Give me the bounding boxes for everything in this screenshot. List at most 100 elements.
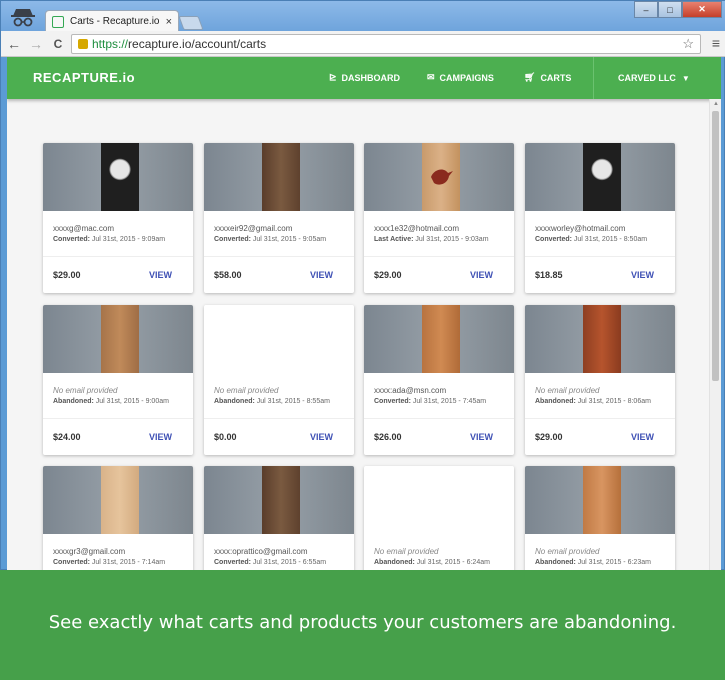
cart-status-label: Converted:	[53, 236, 90, 243]
cart-status-label: Abandoned:	[53, 398, 94, 405]
card-divider	[204, 256, 354, 257]
cart-email: No email provided	[374, 547, 439, 556]
cart-card[interactable]: xxxxgr3@gmail.com Converted: Jul 31st, 2…	[43, 466, 193, 571]
cart-card[interactable]: No email provided Abandoned: Jul 31st, 2…	[525, 305, 675, 455]
product-image	[43, 143, 193, 211]
card-divider	[525, 418, 675, 419]
card-divider	[364, 256, 514, 257]
url-text: https://recapture.io/account/carts	[92, 37, 266, 51]
view-cart-link[interactable]: VIEW	[631, 270, 654, 280]
promo-banner: See exactly what carts and products your…	[0, 570, 725, 680]
cart-card[interactable]: xxxxworley@hotmail.com Converted: Jul 31…	[525, 143, 675, 293]
phone-case-image	[262, 143, 300, 211]
cart-card[interactable]: No email provided Abandoned: Jul 31st, 2…	[364, 466, 514, 571]
cart-status: Converted: Jul 31st, 2015 - 9:09am	[53, 236, 165, 243]
view-cart-link[interactable]: VIEW	[310, 270, 333, 280]
nav-dashboard[interactable]: ⊵ DASHBOARD	[329, 72, 400, 83]
cart-status-label: Abandoned:	[374, 559, 415, 566]
cart-email: xxxxgr3@gmail.com	[53, 547, 126, 556]
nav-campaigns[interactable]: ✉ CAMPAIGNS	[427, 72, 494, 83]
product-image	[525, 466, 675, 534]
cart-status: Abandoned: Jul 31st, 2015 - 8:06am	[535, 398, 651, 405]
cart-card[interactable]: No email provided Abandoned: Jul 31st, 2…	[43, 305, 193, 455]
phone-case-image	[422, 305, 460, 373]
cart-status-date: Jul 31st, 2015 - 6:55am	[252, 559, 327, 566]
bird-icon	[431, 169, 453, 185]
lock-icon	[78, 39, 88, 49]
cart-card[interactable]: xxxxg@mac.com Converted: Jul 31st, 2015 …	[43, 143, 193, 293]
chart-icon: ⊵	[329, 72, 337, 82]
banner-text: See exactly what carts and products your…	[48, 612, 677, 633]
browser-menu-icon[interactable]: ≡	[712, 35, 720, 51]
view-cart-link[interactable]: VIEW	[631, 432, 654, 442]
cart-status-label: Converted:	[374, 398, 411, 405]
product-image	[43, 466, 193, 534]
close-tab-icon[interactable]: ×	[166, 16, 172, 28]
incognito-icon	[11, 9, 35, 27]
cart-status-label: Abandoned:	[535, 398, 576, 405]
view-cart-link[interactable]: VIEW	[149, 270, 172, 280]
caret-down-icon: ▼	[681, 73, 690, 83]
browser-tab-carts[interactable]: Carts - Recapture.io ×	[45, 10, 179, 32]
new-tab-button[interactable]	[178, 16, 204, 30]
product-image	[43, 305, 193, 373]
cart-price: $29.00	[53, 270, 81, 280]
phone-case-image	[101, 305, 139, 373]
cart-status-date: Jul 31st, 2015 - 9:00am	[95, 398, 169, 405]
scroll-up-arrow-icon[interactable]: ▲	[713, 101, 719, 107]
page-scrollbar[interactable]: ▲	[709, 99, 721, 571]
product-image	[204, 466, 354, 534]
view-cart-link[interactable]: VIEW	[470, 432, 493, 442]
reload-button[interactable]: C	[49, 37, 67, 51]
cart-status-date: Jul 31st, 2015 - 8:06am	[577, 398, 651, 405]
cart-email: No email provided	[535, 547, 600, 556]
cart-status: Last Active: Jul 31st, 2015 - 9:03am	[374, 236, 489, 243]
forward-button[interactable]: →	[27, 36, 45, 52]
cart-card[interactable]: xxxx1e32@hotmail.com Last Active: Jul 31…	[364, 143, 514, 293]
page-viewport: RECAPTURE.io ⊵ DASHBOARD ✉ CAMPAIGNS 🛒︎ …	[7, 57, 721, 571]
cart-status: Converted: Jul 31st, 2015 - 8:50am	[535, 236, 647, 243]
brand-logo[interactable]: RECAPTURE.io	[33, 70, 135, 85]
close-window-button[interactable]: ✕	[682, 1, 722, 18]
cart-price: $26.00	[374, 432, 402, 442]
cart-status-date: Jul 31st, 2015 - 6:23am	[577, 559, 651, 566]
nav-carts[interactable]: 🛒︎ CARTS	[524, 72, 571, 83]
cart-card[interactable]: xxxxeir92@gmail.com Converted: Jul 31st,…	[204, 143, 354, 293]
maximize-button[interactable]: □	[658, 1, 682, 18]
phone-case-image	[583, 305, 621, 373]
card-divider	[525, 256, 675, 257]
cart-card[interactable]: No email provided Abandoned: Jul 31st, 2…	[204, 305, 354, 455]
cart-card[interactable]: No email provided Abandoned: Jul 31st, 2…	[525, 466, 675, 571]
cart-status-label: Converted:	[535, 236, 572, 243]
app-header: RECAPTURE.io ⊵ DASHBOARD ✉ CAMPAIGNS 🛒︎ …	[7, 57, 721, 99]
scroll-thumb[interactable]	[712, 111, 719, 381]
view-cart-link[interactable]: VIEW	[310, 432, 333, 442]
cart-email: xxxx1e32@hotmail.com	[374, 224, 460, 233]
cart-status-label: Abandoned:	[214, 398, 255, 405]
minimize-button[interactable]: –	[634, 1, 658, 18]
product-image	[364, 143, 514, 211]
product-image	[525, 305, 675, 373]
cart-price: $29.00	[535, 432, 563, 442]
cart-card[interactable]: xxxx:ada@msn.com Converted: Jul 31st, 20…	[364, 305, 514, 455]
phone-case-image	[101, 466, 139, 534]
window-controls: – □ ✕	[634, 1, 722, 18]
bookmark-star-icon[interactable]: ☆	[682, 36, 694, 52]
phone-case-image	[583, 143, 621, 211]
view-cart-link[interactable]: VIEW	[470, 270, 493, 280]
cart-card[interactable]: xxxx:oprattico@gmail.com Converted: Jul …	[204, 466, 354, 571]
address-bar[interactable]: https://recapture.io/account/carts ☆	[71, 34, 701, 54]
view-cart-link[interactable]: VIEW	[149, 432, 172, 442]
back-button[interactable]: ←	[5, 36, 23, 52]
cart-status-label: Converted:	[214, 236, 251, 243]
cart-status: Abandoned: Jul 31st, 2015 - 6:23am	[535, 559, 651, 566]
url-path: recapture.io/account/carts	[128, 37, 267, 51]
cart-email: xxxx:oprattico@gmail.com	[214, 547, 308, 556]
screenshot-frame: Carts - Recapture.io × – □ ✕ ← → C https…	[0, 0, 725, 680]
cart-price: $29.00	[374, 270, 402, 280]
cart-status: Converted: Jul 31st, 2015 - 9:05am	[214, 236, 326, 243]
account-dropdown[interactable]: CARVED LLC ▼	[593, 57, 721, 99]
cart-email: No email provided	[214, 386, 279, 395]
card-divider	[364, 418, 514, 419]
cart-status-label: Converted:	[53, 559, 90, 566]
